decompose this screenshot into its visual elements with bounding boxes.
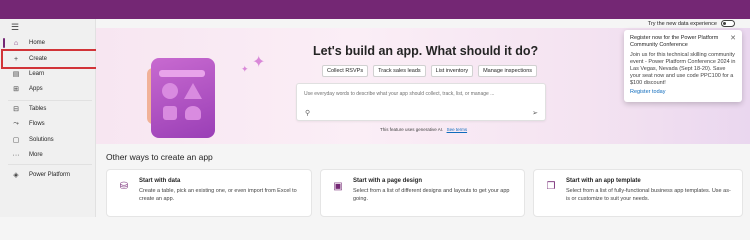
card-description: Select from a list of fully-functional b… (566, 188, 731, 202)
conference-popup: ✕ Register now for the Power Platform Co… (624, 30, 742, 102)
sidebar-item-label: Power Platform (29, 172, 71, 178)
sidebar-item-label: Tables (29, 106, 47, 112)
sidebar-item-more[interactable]: ··· More (0, 148, 96, 162)
sidebar-item-label: Flows (29, 121, 45, 127)
toggle-label: Try the new data experience (647, 20, 717, 27)
card-description: Create a table, pick an existing one, or… (139, 188, 297, 202)
send-icon[interactable]: ➢ (532, 109, 538, 117)
sidebar-item-solutions[interactable]: ▢ Solutions (0, 133, 96, 147)
flows-icon: ⤳ (13, 120, 19, 127)
sidebar-item-learn[interactable]: ▤ Learn (0, 67, 96, 81)
new-data-experience-toggle-row: Try the new data experience (648, 20, 735, 27)
attach-icon[interactable]: ⚲ (305, 109, 310, 117)
create-highlight-box (1, 49, 98, 69)
illustration-arch (185, 106, 201, 120)
app-description-input[interactable]: Use everyday words to describe what your… (296, 83, 546, 121)
new-data-experience-toggle[interactable] (721, 20, 735, 27)
sidebar-item-label: Home (29, 40, 46, 46)
sidebar-item-flows[interactable]: ⤳ Flows (0, 117, 96, 131)
book-icon: ▤ (12, 71, 20, 78)
sidebar-item-label: Learn (29, 71, 45, 77)
page-design-icon: ▣ (333, 181, 343, 192)
chip-manage-inspections[interactable]: Manage inspections (478, 65, 537, 77)
app-template-icon: ❐ (546, 181, 556, 192)
sidebar-item-power-platform[interactable]: ◈ Power Platform (0, 168, 96, 182)
card-description: Select from a list of different designs … (353, 188, 510, 202)
chip-list-inventory[interactable]: List inventory (430, 65, 474, 77)
popup-title: Register now for the Power Platform Comm… (630, 35, 719, 48)
home-icon: ⌂ (13, 39, 19, 47)
illustration-triangle (184, 83, 202, 99)
power-platform-icon: ◈ (13, 172, 19, 179)
card-title: Start with a page design (353, 178, 423, 184)
section-title: Other ways to create an app (106, 152, 213, 162)
sparkle-icon: ✦ (241, 64, 249, 74)
see-terms-link[interactable]: See terms (447, 127, 468, 132)
card-title: Start with an app template (566, 178, 641, 184)
sidebar-item-label: More (29, 152, 43, 158)
hero-title: Let's build an app. What should it do? (313, 44, 539, 58)
chip-collect-rsvps[interactable]: Collect RSVPs (322, 65, 369, 77)
start-with-page-design-card[interactable]: ▣ Start with a page design Select from a… (320, 169, 525, 217)
start-with-app-template-card[interactable]: ❐ Start with an app template Select from… (533, 169, 743, 217)
solutions-icon: ▢ (12, 137, 20, 144)
sidebar-divider (8, 164, 92, 165)
prompt-placeholder: Use everyday words to describe what your… (304, 91, 495, 97)
hamburger-menu-icon[interactable]: ☰ (11, 22, 19, 33)
close-icon[interactable]: ✕ (730, 34, 736, 42)
table-icon: ⊟ (13, 106, 19, 113)
apps-icon: ⊞ (13, 86, 19, 93)
popup-body: Join us for this technical skilling comm… (630, 52, 736, 86)
top-bar (0, 0, 750, 19)
sidebar-divider (8, 100, 92, 101)
database-icon: ⛁ (119, 181, 129, 192)
ai-disclaimer-text: This feature uses generative AI. (380, 127, 444, 132)
register-today-link[interactable]: Register today (630, 89, 736, 95)
sidebar-item-label: Apps (29, 86, 43, 92)
card-title: Start with data (139, 178, 181, 184)
chip-track-sales-leads[interactable]: Track sales leads (373, 65, 426, 77)
ai-disclaimer: This feature uses generative AI. See ter… (380, 127, 467, 132)
sidebar-item-home[interactable]: ⌂ Home (0, 36, 96, 50)
sidebar-item-tables[interactable]: ⊟ Tables (0, 102, 96, 116)
start-with-data-card[interactable]: ⛁ Start with data Create a table, pick a… (106, 169, 312, 217)
more-icon: ··· (12, 151, 20, 159)
sparkle-icon: ✦ (252, 54, 266, 71)
sidebar-item-apps[interactable]: ⊞ Apps (0, 82, 96, 96)
illustration-bar (159, 70, 205, 77)
suggestion-chips: Collect RSVPs Track sales leads List inv… (322, 65, 537, 77)
illustration-circle (162, 83, 178, 99)
illustration-square (163, 106, 177, 120)
sidebar-item-label: Solutions (29, 137, 54, 143)
